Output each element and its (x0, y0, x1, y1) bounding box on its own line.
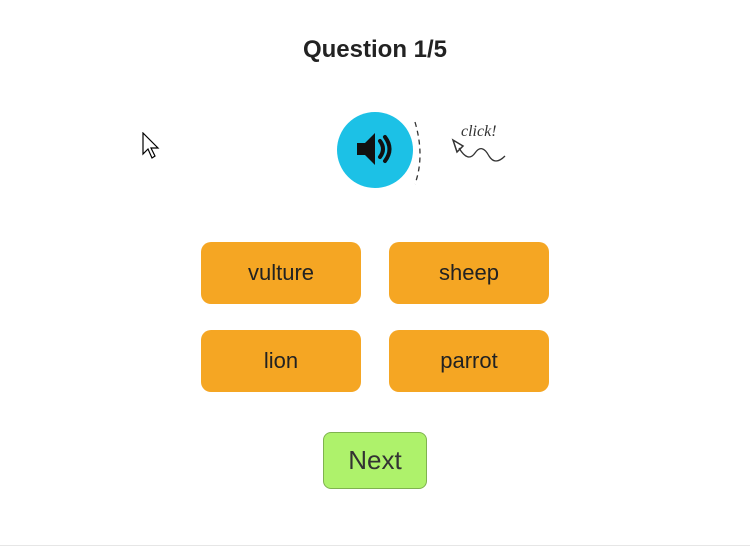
question-title: Question 1/5 (303, 36, 447, 64)
speaker-icon (351, 125, 399, 176)
option-3-button[interactable]: lion (201, 330, 361, 392)
answer-options: vulture sheep lion parrot (201, 242, 549, 392)
option-2-button[interactable]: sheep (389, 242, 549, 304)
option-4-button[interactable]: parrot (389, 330, 549, 392)
option-1-button[interactable]: vulture (201, 242, 361, 304)
play-audio-button[interactable] (337, 112, 413, 188)
next-button[interactable]: Next (323, 432, 426, 489)
click-here-annotation: click! (413, 118, 523, 195)
click-hint-text: click! (461, 123, 497, 140)
